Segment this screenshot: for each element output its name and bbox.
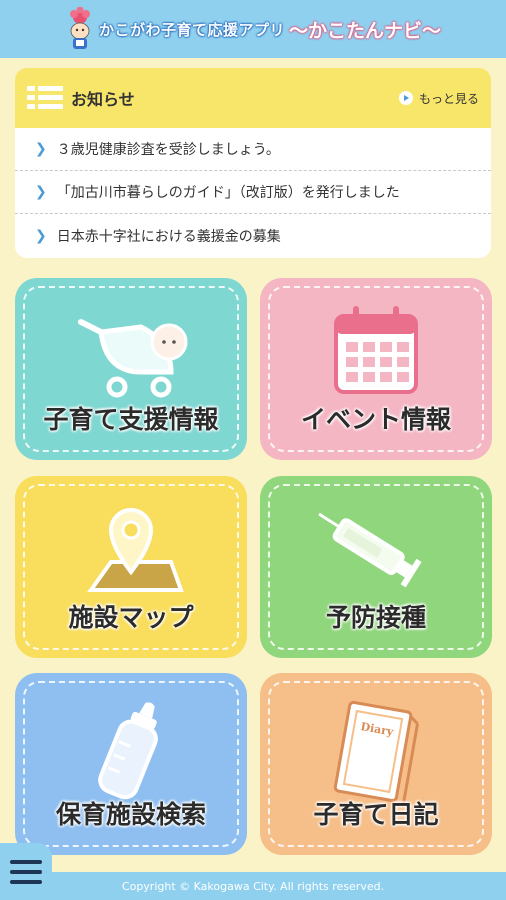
news-item[interactable]: ❯ 「加古川市暮らしのガイド」（改訂版）を発行しました	[15, 171, 491, 214]
mascot-logo-icon	[65, 6, 95, 51]
copyright-text: Copyright © Kakogawa City. All rights re…	[121, 879, 385, 893]
news-item-text: ３歳児健康診査を受診しましょう。	[56, 142, 280, 158]
play-arrow-icon	[398, 91, 413, 105]
baby-bottle-icon	[98, 702, 158, 800]
app-header: かこがわ子育て応援アプリ 〜かこたんナビ〜	[0, 0, 506, 58]
event-info-tile[interactable]: イベント情報	[260, 278, 492, 460]
baby-stroller-icon	[78, 319, 188, 398]
hamburger-line	[10, 869, 42, 874]
hamburger-menu-button[interactable]	[0, 843, 52, 900]
news-item[interactable]: ❯ 日本赤十字社における義援金の募集	[15, 214, 491, 257]
news-title: お知らせ	[71, 90, 135, 109]
parenting-diary-tile[interactable]: Diary 子育て日記	[260, 673, 492, 855]
map-pin-icon	[87, 508, 184, 592]
tile-label: 子育て支援情報	[43, 405, 219, 434]
tile-label: イベント情報	[300, 405, 451, 434]
tile-label: 保育施設検索	[55, 800, 206, 829]
footer: Copyright © Kakogawa City. All rights re…	[0, 872, 506, 900]
more-link[interactable]: もっと見る	[398, 90, 479, 107]
daycare-search-tile[interactable]: 保育施設検索	[15, 673, 247, 855]
calendar-icon	[334, 306, 418, 394]
app-title: かこがわ子育て応援アプリ	[98, 20, 285, 39]
chevron-right-icon: ❯	[35, 141, 47, 157]
syringe-icon	[318, 512, 422, 588]
news-panel: お知らせ もっと見る ❯ ３歳児健康診査を受診しましょう。 ❯ 「加古川市暮らし…	[15, 68, 491, 258]
news-item[interactable]: ❯ ３歳児健康診査を受診しましょう。	[15, 128, 491, 171]
list-icon	[27, 86, 63, 109]
news-item-text: 日本赤十字社における義援金の募集	[56, 228, 281, 245]
vaccination-tile[interactable]: 予防接種	[260, 476, 492, 658]
chevron-right-icon: ❯	[35, 184, 47, 200]
more-label: もっと見る	[418, 91, 479, 106]
tile-label: 予防接種	[325, 603, 426, 632]
hamburger-line	[10, 879, 42, 884]
news-header: お知らせ もっと見る	[15, 68, 491, 128]
chevron-right-icon: ❯	[35, 227, 47, 244]
news-item-text: 「加古川市暮らしのガイド」（改訂版）を発行しました	[56, 185, 400, 201]
tile-label: 施設マップ	[68, 603, 194, 632]
diary-icon: Diary	[333, 700, 420, 807]
facility-map-tile[interactable]: 施設マップ	[15, 476, 247, 658]
app-subtitle: 〜かこたんナビ〜	[289, 19, 442, 42]
hamburger-line	[10, 859, 42, 864]
tile-label: 子育て日記	[313, 800, 439, 829]
childcare-support-tile[interactable]: 子育て支援情報	[15, 278, 247, 460]
